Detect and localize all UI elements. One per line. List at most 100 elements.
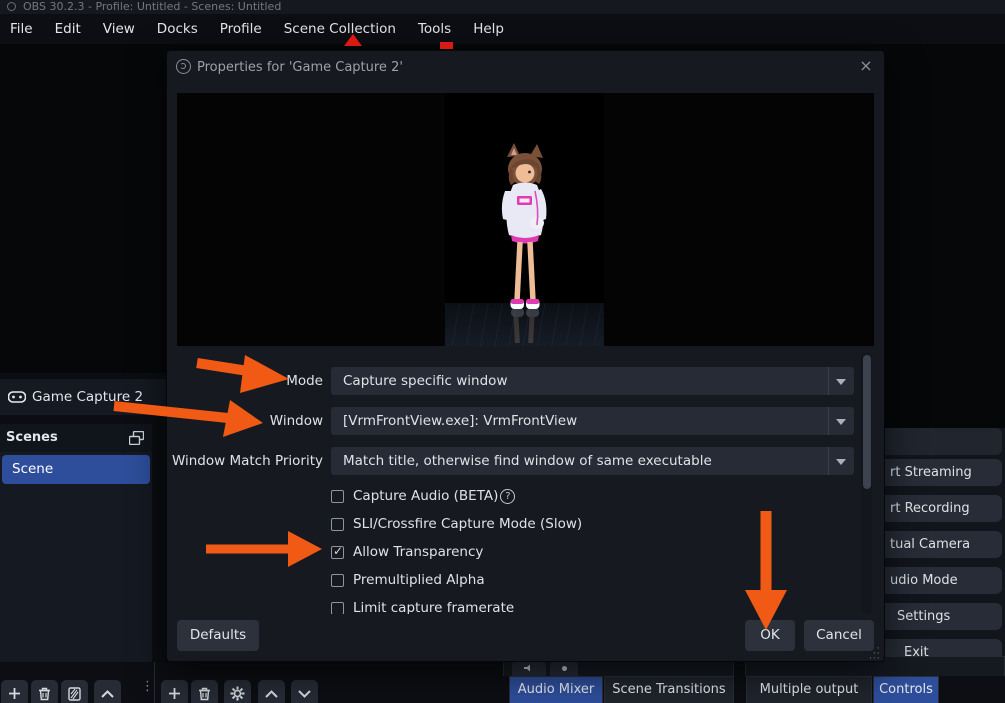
checkbox-allow-transparency[interactable]: Allow Transparency bbox=[331, 544, 483, 560]
start-streaming-label: rt Streaming bbox=[890, 465, 972, 480]
tab-audio-mixer[interactable]: Audio Mixer bbox=[509, 676, 603, 703]
checkbox-box[interactable] bbox=[331, 517, 344, 531]
dialog-resize-grip[interactable]: · ·· ··· bbox=[869, 645, 881, 664]
menu-profile[interactable]: Profile bbox=[209, 14, 273, 44]
defaults-button[interactable]: Defaults bbox=[177, 620, 259, 651]
window-titlebar: OBS 30.2.3 - Profile: Untitled - Scenes:… bbox=[0, 0, 1005, 14]
checkbox-box[interactable] bbox=[331, 601, 344, 614]
source-preview bbox=[177, 93, 874, 346]
obs-main-window: OBS 30.2.3 - Profile: Untitled - Scenes:… bbox=[0, 0, 1005, 703]
chevron-up-icon bbox=[265, 689, 278, 698]
source-item-label: Game Capture 2 bbox=[32, 389, 144, 405]
tab-multiple-output[interactable]: Multiple output bbox=[746, 676, 872, 703]
speaker-icon bbox=[524, 664, 530, 672]
menu-docks[interactable]: Docks bbox=[146, 14, 209, 44]
cancel-button[interactable]: Cancel bbox=[804, 620, 874, 651]
add-scene-button[interactable] bbox=[1, 680, 28, 703]
checkbox-label: Limit capture framerate bbox=[353, 600, 515, 614]
scenes-panel-body bbox=[0, 452, 152, 680]
help-icon[interactable]: ? bbox=[500, 488, 516, 504]
window-dropdown[interactable]: [VrmFrontView.exe]: VrmFrontView bbox=[331, 407, 854, 435]
dialog-scrollbar-thumb[interactable] bbox=[862, 355, 871, 489]
trash-icon bbox=[199, 687, 210, 700]
chevron-down-icon bbox=[836, 379, 846, 385]
scene-item-label: Scene bbox=[12, 461, 54, 477]
dot-icon bbox=[561, 666, 567, 671]
checkbox-sli-crossfire[interactable]: SLI/Crossfire Capture Mode (Slow) bbox=[331, 516, 582, 532]
move-source-up-button[interactable] bbox=[258, 680, 285, 703]
studio-mode-label: udio Mode bbox=[890, 573, 958, 588]
popout-dock-icon[interactable] bbox=[129, 431, 144, 445]
tab-scene-transitions[interactable]: Scene Transitions bbox=[604, 676, 734, 703]
filters-icon bbox=[68, 686, 81, 701]
checkbox-label: Premultiplied Alpha bbox=[353, 572, 485, 588]
checkbox-box[interactable] bbox=[331, 573, 344, 587]
dialog-close-button[interactable]: × bbox=[856, 56, 876, 76]
dock-drag-handle-icon[interactable]: ⋮ bbox=[141, 680, 154, 703]
tab-multiple-output-label: Multiple output bbox=[759, 682, 859, 697]
mode-dropdown[interactable]: Capture specific window bbox=[331, 367, 854, 395]
settings-label: Settings bbox=[897, 609, 951, 624]
chevron-down-icon bbox=[836, 459, 846, 465]
checkbox-label: Capture Audio (BETA) bbox=[353, 488, 499, 504]
defaults-label: Defaults bbox=[189, 627, 247, 643]
trash-icon bbox=[39, 687, 50, 700]
gear-icon bbox=[230, 686, 245, 701]
menu-tools[interactable]: Tools bbox=[407, 14, 462, 44]
remove-scene-button[interactable] bbox=[31, 680, 58, 703]
add-source-button[interactable] bbox=[161, 680, 188, 703]
window-title: OBS 30.2.3 - Profile: Untitled - Scenes:… bbox=[23, 0, 282, 13]
tab-audio-mixer-label: Audio Mixer bbox=[517, 682, 595, 697]
tab-controls-label: Controls bbox=[879, 682, 933, 697]
gamepad-icon bbox=[8, 391, 26, 403]
tab-controls[interactable]: Controls bbox=[873, 676, 939, 703]
menu-view[interactable]: View bbox=[92, 14, 146, 44]
scene-list-item[interactable]: Scene bbox=[2, 455, 150, 484]
checkbox-box[interactable] bbox=[331, 489, 344, 503]
mixer-mini-button-2[interactable] bbox=[550, 660, 578, 676]
window-match-priority-label: Window Match Priority bbox=[171, 453, 323, 469]
plus-icon bbox=[9, 688, 20, 699]
virtual-camera-label: tual Camera bbox=[890, 537, 971, 552]
obs-logo-icon bbox=[7, 2, 16, 11]
mode-dropdown-value: Capture specific window bbox=[343, 373, 508, 389]
window-label: Window bbox=[269, 413, 323, 429]
source-item-game-capture[interactable]: Game Capture 2 bbox=[0, 379, 166, 415]
checkbox-premultiplied-alpha[interactable]: Premultiplied Alpha bbox=[331, 572, 485, 588]
source-properties-button[interactable] bbox=[224, 680, 251, 703]
mode-label: Mode bbox=[286, 373, 323, 389]
chevron-down-icon bbox=[836, 419, 846, 425]
scenes-panel-title: Scenes bbox=[6, 430, 58, 445]
menu-file[interactable]: File bbox=[0, 14, 44, 44]
dialog-scrollbar[interactable] bbox=[861, 353, 872, 613]
menu-scene-collection[interactable]: Scene Collection bbox=[273, 14, 407, 44]
window-match-priority-dropdown[interactable]: Match title, otherwise find window of sa… bbox=[331, 447, 854, 475]
window-match-priority-row: Window Match Priority Match title, other… bbox=[167, 447, 886, 475]
menu-edit[interactable]: Edit bbox=[44, 14, 92, 44]
chevron-down-icon bbox=[298, 689, 311, 698]
remove-source-button[interactable] bbox=[191, 680, 218, 703]
mixer-mini-button[interactable] bbox=[512, 660, 546, 676]
window-match-priority-value: Match title, otherwise find window of sa… bbox=[343, 453, 712, 469]
properties-dialog: Properties for 'Game Capture 2' × Mode C… bbox=[166, 50, 886, 664]
program-preview-right bbox=[885, 44, 1005, 428]
dialog-obs-logo-icon bbox=[176, 59, 191, 74]
start-recording-label: rt Recording bbox=[890, 501, 970, 516]
chevron-up-icon bbox=[101, 689, 114, 698]
checkbox-box-checked[interactable] bbox=[331, 544, 344, 559]
dropdown-zone[interactable] bbox=[828, 407, 854, 435]
scene-filters-button[interactable] bbox=[61, 680, 88, 703]
window-dropdown-value: [VrmFrontView.exe]: VrmFrontView bbox=[343, 413, 578, 429]
ok-button[interactable]: OK bbox=[745, 620, 795, 651]
checkbox-limit-framerate[interactable]: Limit capture framerate bbox=[331, 600, 631, 614]
move-scene-up-button[interactable] bbox=[94, 680, 121, 703]
dropdown-zone[interactable] bbox=[828, 447, 854, 475]
dropdown-zone[interactable] bbox=[828, 367, 854, 395]
mode-row: Mode Capture specific window bbox=[167, 367, 886, 395]
plus-icon bbox=[169, 688, 180, 699]
menu-help[interactable]: Help bbox=[462, 14, 515, 44]
menubar: File Edit View Docks Profile Scene Colle… bbox=[0, 14, 1005, 44]
checkbox-limit-framerate-clipped: Limit capture framerate bbox=[331, 600, 631, 614]
checkbox-capture-audio[interactable]: Capture Audio (BETA) ? bbox=[331, 488, 516, 504]
move-source-down-button[interactable] bbox=[291, 680, 318, 703]
